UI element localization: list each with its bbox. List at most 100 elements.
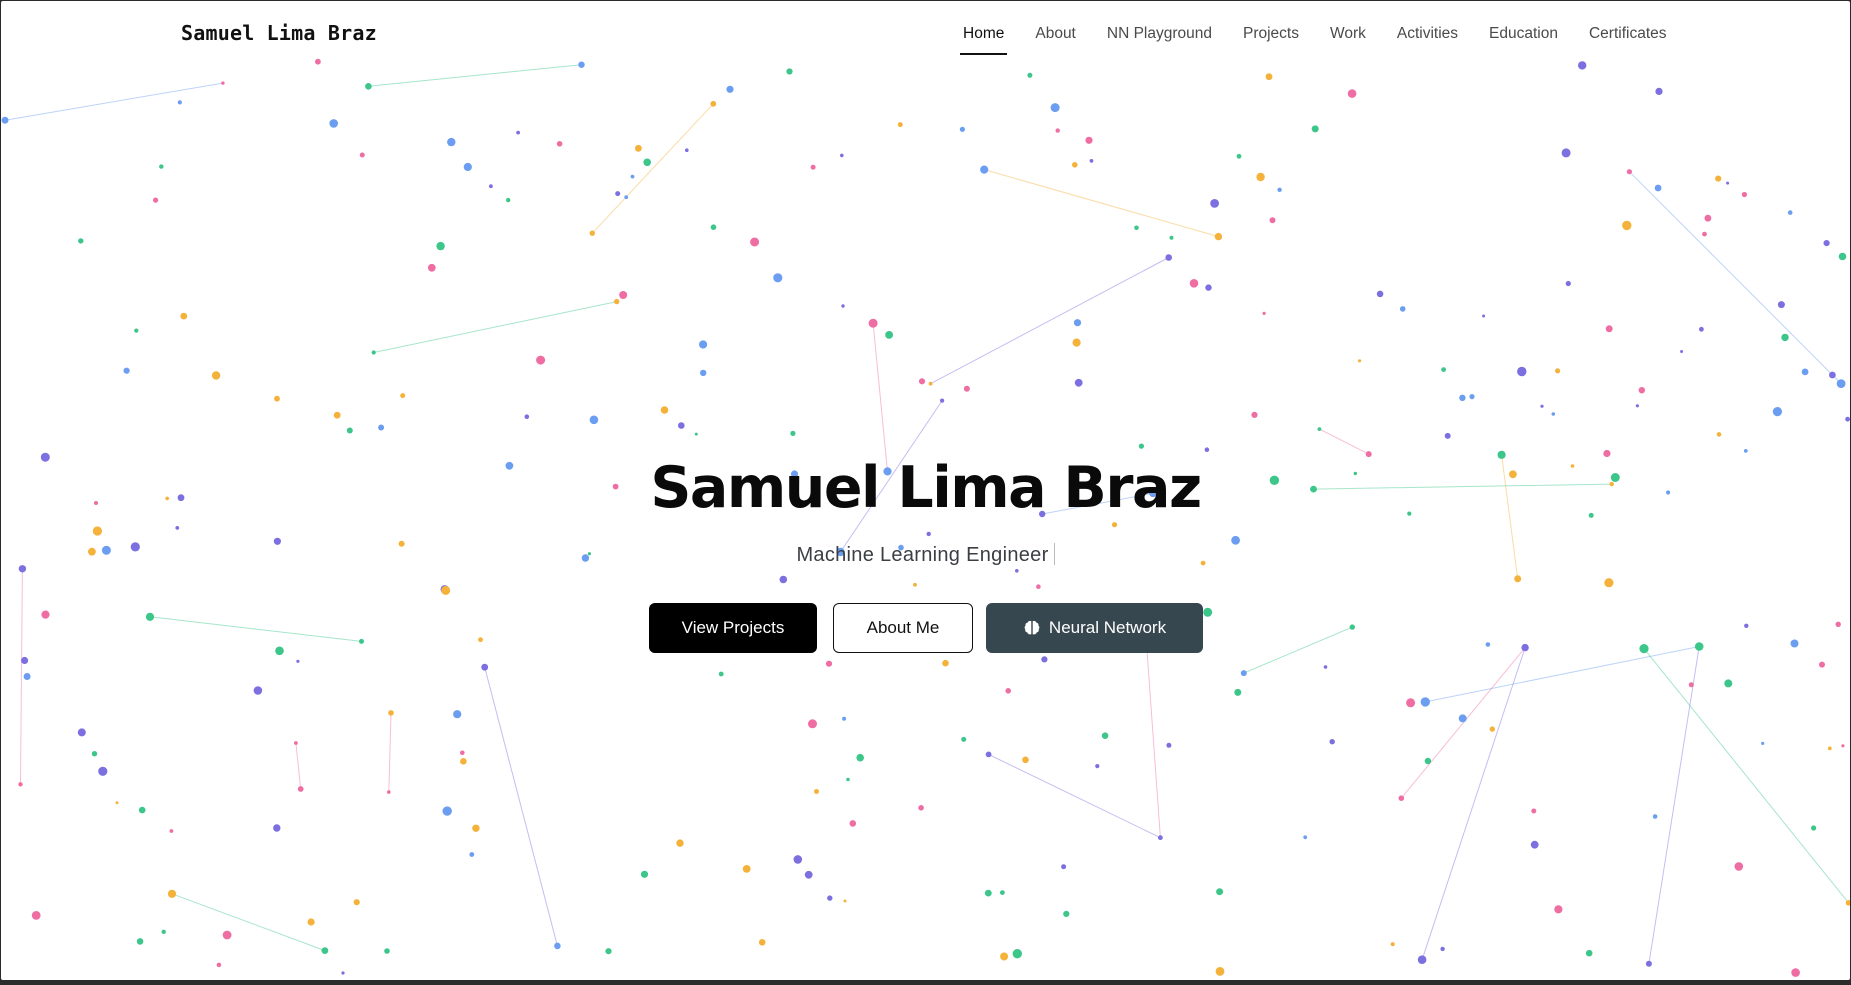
brand-logo[interactable]: Samuel Lima Braz bbox=[181, 21, 377, 45]
network-node bbox=[273, 824, 281, 832]
nav-about[interactable]: About bbox=[1035, 1, 1076, 67]
network-node bbox=[92, 526, 102, 536]
nav-activities[interactable]: Activities bbox=[1397, 1, 1458, 67]
about-me-label: About Me bbox=[866, 618, 940, 637]
neural-network-button[interactable]: Neural Network bbox=[986, 603, 1203, 653]
network-node bbox=[1169, 235, 1174, 240]
network-node bbox=[1240, 670, 1247, 677]
network-node bbox=[1277, 187, 1282, 192]
network-node bbox=[346, 427, 353, 434]
network-node bbox=[779, 575, 788, 584]
network-node bbox=[1811, 825, 1817, 831]
network-node bbox=[1138, 443, 1144, 449]
network-node bbox=[1050, 103, 1060, 113]
network-node bbox=[1323, 665, 1328, 669]
network-node bbox=[1311, 125, 1319, 133]
network-node bbox=[1200, 560, 1206, 566]
network-node bbox=[726, 85, 734, 93]
network-edge bbox=[1400, 647, 1526, 799]
network-node bbox=[1458, 714, 1467, 723]
nav-education[interactable]: Education bbox=[1489, 1, 1558, 67]
network-node bbox=[630, 174, 635, 179]
network-node bbox=[1790, 639, 1799, 648]
network-node bbox=[1743, 449, 1748, 453]
network-node bbox=[442, 806, 452, 816]
network-node bbox=[1000, 952, 1009, 961]
network-node bbox=[619, 291, 628, 299]
network-node bbox=[1801, 368, 1809, 376]
network-node bbox=[536, 355, 546, 365]
network-edge bbox=[1421, 647, 1526, 960]
network-edge bbox=[295, 742, 302, 790]
network-edge bbox=[840, 400, 943, 553]
network-node bbox=[460, 758, 467, 765]
network-node bbox=[1645, 960, 1652, 967]
network-node bbox=[31, 911, 41, 920]
network-node bbox=[1399, 306, 1406, 312]
network-node bbox=[640, 870, 649, 878]
network-node bbox=[793, 855, 803, 864]
network-node bbox=[1236, 153, 1242, 159]
nav-work[interactable]: Work bbox=[1330, 1, 1366, 67]
network-node bbox=[371, 350, 376, 355]
network-node bbox=[786, 68, 793, 75]
network-node bbox=[750, 237, 760, 247]
network-node bbox=[1835, 621, 1841, 627]
view-projects-label: View Projects bbox=[681, 618, 785, 637]
navbar: Samuel Lima Braz Home About NN Playgroun… bbox=[1, 1, 1850, 67]
network-node bbox=[856, 753, 864, 762]
hero-buttons: View Projects About Me Neural Network bbox=[649, 603, 1203, 653]
nav-certificates[interactable]: Certificates bbox=[1589, 1, 1667, 67]
network-node bbox=[1469, 394, 1475, 400]
network-node bbox=[153, 197, 159, 203]
network-node bbox=[1744, 623, 1749, 628]
network-node bbox=[685, 148, 689, 152]
network-node bbox=[161, 929, 166, 934]
network-node bbox=[699, 340, 708, 349]
network-node bbox=[1704, 214, 1712, 222]
network-edge bbox=[373, 301, 617, 353]
neural-network-label: Neural Network bbox=[1048, 618, 1167, 637]
network-node bbox=[273, 537, 281, 545]
network-node bbox=[175, 526, 180, 530]
network-node bbox=[1149, 489, 1157, 498]
network-node bbox=[1329, 739, 1335, 745]
network-node bbox=[1485, 642, 1491, 647]
network-node bbox=[23, 673, 31, 680]
network-node bbox=[1073, 319, 1082, 327]
network-node bbox=[1531, 808, 1537, 814]
network-node bbox=[1702, 231, 1707, 237]
network-node bbox=[216, 962, 222, 968]
network-node bbox=[841, 304, 845, 308]
network-node bbox=[436, 241, 445, 251]
network-node bbox=[1214, 232, 1223, 241]
nav-home[interactable]: Home bbox=[959, 1, 1008, 67]
nav-nn-playground[interactable]: NN Playground bbox=[1107, 1, 1212, 67]
network-node bbox=[136, 938, 144, 945]
network-node bbox=[840, 153, 844, 158]
network-node bbox=[985, 751, 992, 758]
view-projects-button[interactable]: View Projects bbox=[649, 603, 817, 653]
network-edge bbox=[20, 568, 23, 785]
network-node bbox=[1603, 449, 1611, 458]
network-node bbox=[275, 646, 284, 656]
about-me-button[interactable]: About Me bbox=[833, 603, 973, 653]
network-node bbox=[1841, 744, 1845, 748]
network-node bbox=[453, 710, 462, 719]
network-node bbox=[1638, 387, 1646, 394]
network-node bbox=[940, 398, 945, 403]
network-node bbox=[469, 852, 475, 857]
network-node bbox=[1680, 350, 1684, 353]
network-node bbox=[926, 531, 931, 537]
network-node bbox=[1134, 225, 1139, 231]
network-node bbox=[1041, 656, 1048, 663]
network-node bbox=[1251, 411, 1258, 418]
network-node bbox=[913, 582, 917, 587]
network-node bbox=[963, 385, 970, 392]
network-node bbox=[1716, 432, 1722, 437]
nav-projects[interactable]: Projects bbox=[1243, 1, 1299, 67]
network-node bbox=[790, 430, 796, 436]
network-node bbox=[827, 895, 833, 901]
network-node bbox=[1555, 368, 1561, 374]
network-node bbox=[1845, 416, 1850, 422]
